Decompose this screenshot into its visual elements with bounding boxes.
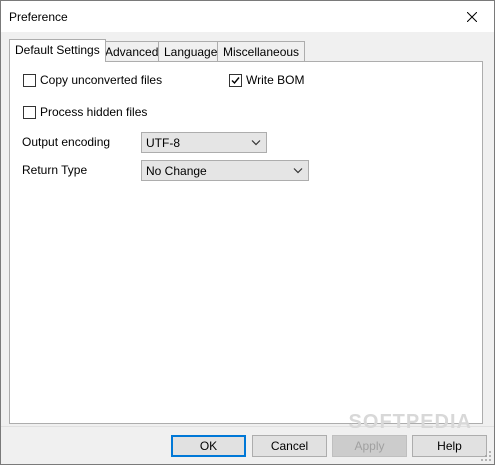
resize-grip-icon[interactable]: [480, 450, 492, 462]
checkbox-label: Write BOM: [246, 73, 305, 87]
button-label: OK: [199, 439, 218, 453]
write-bom-checkbox[interactable]: Write BOM: [229, 73, 304, 87]
help-button[interactable]: Help: [412, 435, 487, 457]
output-encoding-label: Output encoding: [22, 135, 111, 149]
checkbox-box: [229, 73, 242, 87]
chevron-down-icon: [251, 140, 261, 146]
tab-default-settings[interactable]: Default Settings: [9, 39, 106, 62]
copy-unconverted-checkbox[interactable]: Copy unconverted files: [23, 73, 162, 87]
settings-panel: Copy unconverted files Write BOM Process…: [9, 61, 483, 424]
checkbox-label: Process hidden files: [40, 105, 148, 119]
softpedia-watermark: SOFTPEDIA: [348, 411, 472, 433]
checkmark-icon: [231, 76, 240, 84]
process-hidden-checkbox[interactable]: Process hidden files: [23, 105, 147, 119]
checkbox-label: Copy unconverted files: [40, 73, 163, 87]
tab-label: Miscellaneous: [223, 45, 300, 59]
checkbox-box: [23, 73, 36, 87]
cancel-button[interactable]: Cancel: [252, 435, 327, 457]
ok-button[interactable]: OK: [171, 435, 246, 457]
select-value: UTF-8: [146, 136, 180, 150]
tab-language[interactable]: Language: [158, 41, 224, 61]
select-value: No Change: [146, 164, 207, 178]
tab-advanced[interactable]: Advanced: [99, 41, 165, 61]
close-icon: [467, 11, 477, 22]
chevron-down-icon: [293, 168, 303, 174]
tab-label: Advanced: [105, 45, 159, 59]
button-label: Cancel: [270, 439, 309, 453]
tab-miscellaneous[interactable]: Miscellaneous: [217, 41, 306, 61]
checkbox-box: [23, 105, 36, 119]
tab-label: Language: [164, 45, 218, 59]
button-label: Apply: [354, 439, 385, 453]
close-button[interactable]: [450, 1, 494, 32]
return-type-label: Return Type: [22, 163, 88, 177]
preference-dialog: Preference Default Settings Advanced Lan…: [0, 0, 495, 465]
apply-button[interactable]: Apply: [332, 435, 407, 457]
tab-label: Default Settings: [15, 43, 100, 57]
output-encoding-select[interactable]: UTF-8: [141, 132, 267, 153]
title-bar: Preference: [1, 1, 494, 32]
return-type-select[interactable]: No Change: [141, 160, 309, 181]
window-title: Preference: [9, 10, 68, 24]
button-label: Help: [437, 439, 462, 453]
